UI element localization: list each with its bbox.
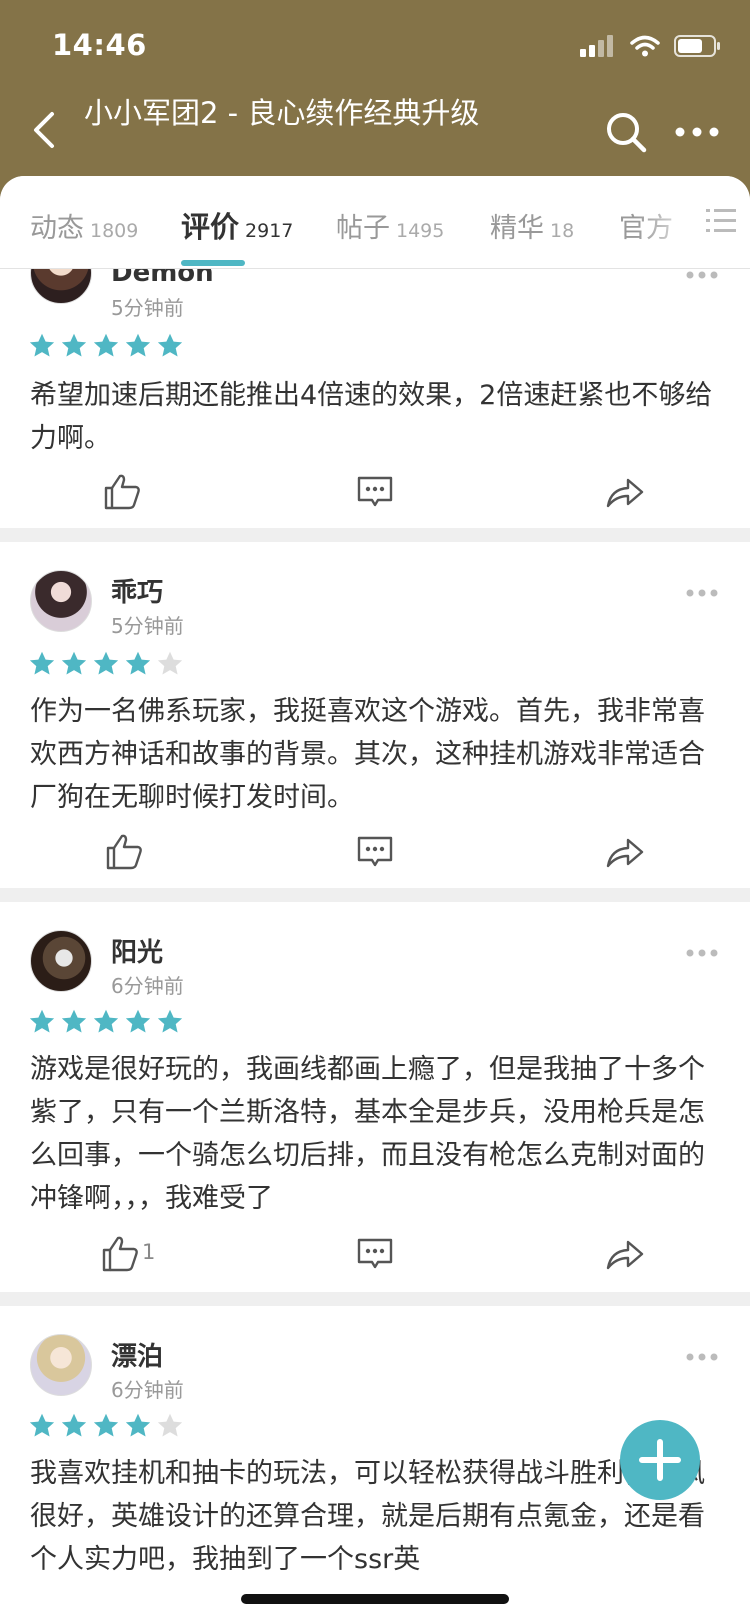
- tab-count: 18: [550, 220, 575, 242]
- more-icon[interactable]: [686, 270, 718, 280]
- username[interactable]: 乖巧: [111, 572, 163, 609]
- star-rating: [28, 1412, 184, 1440]
- star-filled-icon: [61, 651, 87, 675]
- tab-label: 帖子: [336, 213, 390, 244]
- battery-icon: [674, 35, 720, 57]
- tab-count: 2917: [245, 220, 294, 242]
- signal-icon: [580, 35, 613, 57]
- comment-icon[interactable]: [356, 1236, 394, 1272]
- star-empty-icon: [157, 651, 183, 675]
- star-filled-icon: [93, 333, 119, 357]
- back-icon[interactable]: [28, 108, 62, 152]
- app-header: 14:46 小小军团2 - 良心续作经典升级: [0, 0, 750, 200]
- review-text: 我喜欢挂机和抽卡的玩法，可以轻松获得战斗胜利，画风很好，英雄设计的还算合理，就是…: [30, 1458, 705, 1575]
- tab-label: 评价: [181, 210, 240, 244]
- tab-bar: 动态1809 评价2917 帖子1495 精华18 官方: [0, 176, 750, 269]
- star-filled-icon: [29, 1009, 55, 1033]
- tab-count: 1809: [90, 220, 139, 242]
- review-text: 希望加速后期还能推出4倍速的效果，2倍速赶紧也不够给力啊。: [30, 380, 713, 454]
- star-filled-icon: [29, 651, 55, 675]
- avatar[interactable]: [30, 930, 92, 992]
- review-text: 作为一名佛系玩家，我挺喜欢这个游戏。首先，我非常喜欢西方神话和故事的背景。其次，…: [30, 696, 705, 813]
- review-time: 6分钟前: [111, 974, 184, 998]
- star-rating: [28, 332, 184, 360]
- more-icon[interactable]: [674, 118, 720, 146]
- menu-icon[interactable]: [706, 208, 736, 234]
- star-filled-icon: [125, 1413, 151, 1437]
- status-time: 14:46: [52, 28, 147, 62]
- active-tab-indicator: [181, 260, 245, 266]
- more-icon[interactable]: [686, 948, 718, 958]
- tab-posts[interactable]: 帖子 1495: [336, 206, 444, 245]
- share-icon[interactable]: [605, 1238, 645, 1272]
- page-title: 小小军团2 - 良心续作经典升级: [84, 96, 480, 130]
- avatar[interactable]: [30, 570, 92, 632]
- tab-count: 1495: [396, 220, 445, 242]
- star-rating: [28, 1008, 184, 1036]
- star-filled-icon: [157, 1009, 183, 1033]
- search-icon[interactable]: [604, 110, 648, 154]
- star-filled-icon: [61, 1009, 87, 1033]
- star-filled-icon: [157, 333, 183, 357]
- star-filled-icon: [29, 1413, 55, 1437]
- star-filled-icon: [61, 1413, 87, 1437]
- home-indicator: [241, 1594, 509, 1604]
- tab-reviews[interactable]: 评价 2917: [181, 204, 293, 246]
- star-filled-icon: [29, 333, 55, 357]
- like-icon[interactable]: [105, 834, 143, 870]
- star-filled-icon: [93, 651, 119, 675]
- more-icon[interactable]: [686, 588, 718, 598]
- username[interactable]: 漂泊: [111, 1336, 163, 1373]
- tab-updates[interactable]: 动态 1809: [30, 206, 138, 245]
- status-icons: [580, 34, 722, 58]
- content-panel: 动态1809 评价2917 帖子1495 精华18 官方 Demon 5分钟前 …: [0, 176, 750, 1624]
- star-filled-icon: [125, 1009, 151, 1033]
- star-empty-icon: [157, 1413, 183, 1437]
- review-text: 游戏是很好玩的，我画线都画上瘾了，但是我抽了十多个紫了，只有一个兰斯洛特，基本全…: [30, 1054, 705, 1214]
- star-filled-icon: [125, 333, 151, 357]
- star-filled-icon: [93, 1009, 119, 1033]
- tab-featured[interactable]: 精华 18: [490, 206, 574, 245]
- share-icon[interactable]: [605, 836, 645, 870]
- wifi-icon: [630, 35, 660, 57]
- more-icon[interactable]: [686, 1352, 718, 1362]
- add-review-fab[interactable]: [618, 1418, 702, 1502]
- review-time: 5分钟前: [111, 614, 184, 638]
- like-icon[interactable]: [103, 474, 141, 510]
- like-count: 1: [142, 1240, 156, 1264]
- review-time: 5分钟前: [111, 296, 184, 320]
- avatar[interactable]: [30, 1334, 92, 1396]
- tab-label: 精华: [490, 213, 544, 244]
- comment-icon[interactable]: [356, 474, 394, 510]
- like-icon[interactable]: [101, 1236, 139, 1272]
- review-card: 乖巧 5分钟前 作为一名佛系玩家，我挺喜欢这个游戏。首先，我非常喜欢西方神话和故…: [0, 542, 750, 888]
- tab-label: 动态: [30, 213, 84, 244]
- share-icon[interactable]: [605, 476, 645, 510]
- tab-fade: [636, 176, 706, 268]
- review-card: 阳光 6分钟前 游戏是很好玩的，我画线都画上瘾了，但是我抽了十多个紫了，只有一个…: [0, 902, 750, 1292]
- star-rating: [28, 650, 184, 678]
- star-filled-icon: [93, 1413, 119, 1437]
- review-time: 6分钟前: [111, 1378, 184, 1402]
- comment-icon[interactable]: [356, 834, 394, 870]
- username[interactable]: 阳光: [111, 932, 163, 969]
- review-card: Demon 5分钟前 希望加速后期还能推出4倍速的效果，2倍速赶紧也不够给力啊。: [0, 236, 750, 528]
- star-filled-icon: [125, 651, 151, 675]
- star-filled-icon: [61, 333, 87, 357]
